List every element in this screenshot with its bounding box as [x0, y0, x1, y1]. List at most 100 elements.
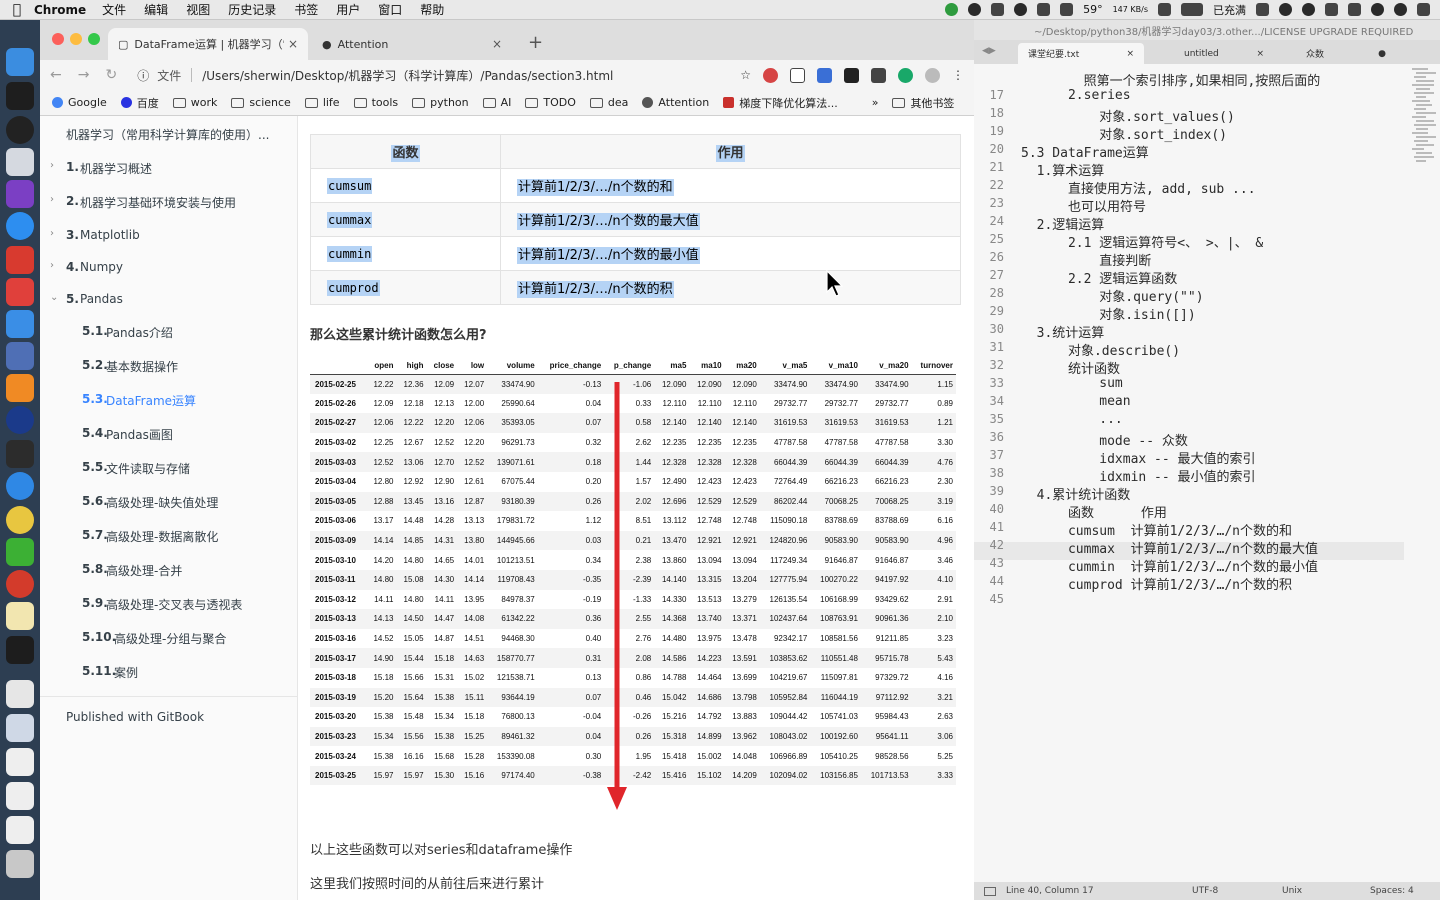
- grid-icon[interactable]: [1060, 3, 1074, 16]
- tab-dataframe[interactable]: ▢ DataFrame运算 | 机器学习（常 ×: [108, 28, 308, 60]
- star-icon[interactable]: ☆: [740, 68, 751, 82]
- menu-window[interactable]: 窗口: [378, 1, 402, 18]
- bookmark-ext-icon[interactable]: [790, 67, 805, 83]
- app-icon-g[interactable]: [6, 278, 34, 306]
- onenote-icon[interactable]: [6, 180, 34, 208]
- maps-icon[interactable]: [6, 212, 34, 240]
- finder-icon[interactable]: [6, 48, 34, 76]
- bookmark-baidu[interactable]: 百度: [120, 95, 159, 111]
- obs-dock-icon[interactable]: [6, 116, 34, 144]
- bookmark-tools[interactable]: tools: [353, 96, 398, 109]
- back-icon[interactable]: ←: [50, 67, 62, 83]
- terminal-icon[interactable]: [6, 82, 34, 110]
- menu-bookmarks[interactable]: 书签: [294, 1, 318, 18]
- chevron-right-icon[interactable]: ›: [50, 160, 54, 171]
- phone-icon[interactable]: [1158, 3, 1171, 16]
- window-app-icon[interactable]: [6, 342, 34, 370]
- activity-icon[interactable]: [6, 440, 34, 468]
- file-icon[interactable]: [6, 680, 34, 708]
- extension-icon-3[interactable]: [844, 67, 859, 83]
- bookmark-work[interactable]: work: [172, 96, 217, 109]
- sublime-tab-mode[interactable]: 众数 ●: [1296, 43, 1396, 64]
- bookmarks-overflow[interactable]: »: [872, 96, 879, 109]
- zoom-window-icon[interactable]: [88, 33, 100, 45]
- extension-icon-2[interactable]: [817, 67, 832, 83]
- minimize-window-icon[interactable]: [70, 33, 82, 45]
- player-icon[interactable]: [6, 406, 34, 434]
- record-icon[interactable]: [1014, 3, 1028, 16]
- menu-edit[interactable]: 编辑: [144, 1, 168, 18]
- netease-icon[interactable]: [6, 570, 34, 598]
- menu-view[interactable]: 视图: [186, 1, 210, 18]
- display-icon[interactable]: [1181, 3, 1203, 16]
- menu-file[interactable]: 文件: [102, 1, 126, 18]
- pencil-icon[interactable]: [6, 310, 34, 338]
- minimap[interactable]: [1408, 64, 1440, 184]
- code-editor[interactable]: 照第一个索引排序,如果相同,按照后面的 17 2.series 18 对象.sort…: [974, 64, 1440, 882]
- close-tab-icon[interactable]: ×: [1126, 49, 1134, 59]
- chevron-right-icon[interactable]: ›: [50, 228, 54, 239]
- forward-icon[interactable]: →: [78, 67, 90, 83]
- weather-temp[interactable]: 59°: [1083, 3, 1103, 16]
- siri-icon[interactable]: [1394, 3, 1407, 16]
- bookmark-other[interactable]: 其他书签: [892, 95, 954, 111]
- bookmark-dea[interactable]: dea: [589, 96, 628, 109]
- doc2-icon[interactable]: [6, 782, 34, 810]
- trash-icon[interactable]: [6, 850, 34, 878]
- screenshot-icon[interactable]: [6, 714, 34, 742]
- close-tab-icon[interactable]: ×: [288, 37, 298, 51]
- sublime-tab-notes[interactable]: 课堂纪要.txt ×: [1018, 43, 1144, 64]
- menu-history[interactable]: 历史记录: [228, 1, 276, 18]
- sublime-icon[interactable]: [6, 374, 34, 402]
- keyboard-icon[interactable]: [1348, 3, 1361, 16]
- url-text[interactable]: /Users/sherwin/Desktop/机器学习（科学计算库）/Panda…: [202, 67, 613, 84]
- gitbook-link[interactable]: Published with GitBook: [66, 710, 324, 724]
- cloud-icon[interactable]: [991, 3, 1005, 16]
- bookmark-google[interactable]: Google: [52, 96, 107, 109]
- notes-icon[interactable]: [6, 602, 34, 630]
- nav-arrows-icon[interactable]: ◀▶: [982, 46, 996, 56]
- menu-app-name[interactable]: Chrome: [34, 3, 86, 17]
- apple-icon[interactable]: : [0, 2, 34, 18]
- safari-icon[interactable]: [6, 472, 34, 500]
- menu-help[interactable]: 帮助: [420, 1, 444, 18]
- doc-icon[interactable]: [6, 748, 34, 776]
- input-icon[interactable]: [1256, 3, 1269, 16]
- line-ending-status[interactable]: Unix: [1282, 886, 1302, 896]
- chevron-down-icon[interactable]: ⌄: [50, 292, 58, 303]
- address-bar[interactable]: ⓘ 文件 /Users/sherwin/Desktop/机器学习（科学计算库）/…: [137, 67, 732, 84]
- volume-icon[interactable]: [1325, 3, 1338, 16]
- menu-user[interactable]: 用户: [336, 1, 360, 18]
- extension-icon-1[interactable]: [763, 67, 778, 83]
- battery-status[interactable]: 已充满: [1213, 2, 1246, 18]
- tab-attention[interactable]: ● Attention ×: [312, 28, 512, 60]
- grammarly-icon[interactable]: [898, 67, 913, 83]
- obs-icon[interactable]: [968, 3, 982, 16]
- bookmark-life[interactable]: life: [304, 96, 340, 109]
- bookmark-gradient[interactable]: 梯度下降优化算法...: [723, 95, 838, 111]
- encoding-status[interactable]: UTF-8: [1192, 886, 1218, 896]
- menu-icon[interactable]: ⋮: [952, 68, 964, 82]
- chevron-right-icon[interactable]: ›: [50, 194, 54, 205]
- bookmark-todo[interactable]: TODO: [525, 96, 576, 109]
- chevron-right-icon[interactable]: ›: [50, 260, 54, 271]
- bookmark-ai[interactable]: AI: [482, 96, 511, 109]
- info-icon[interactable]: ⓘ: [137, 67, 149, 84]
- doc3-icon[interactable]: [6, 816, 34, 844]
- extension-icon-4[interactable]: [871, 67, 886, 83]
- book-title[interactable]: 机器学习（常用科学计算库的使用）...: [66, 126, 324, 143]
- profile-icon[interactable]: [925, 67, 940, 83]
- app-icon-red[interactable]: [6, 246, 34, 274]
- close-window-icon[interactable]: [52, 33, 64, 45]
- new-tab-button[interactable]: +: [528, 32, 543, 53]
- wifi-icon[interactable]: [1302, 3, 1315, 16]
- window-icon[interactable]: [1037, 3, 1051, 16]
- wechat-icon[interactable]: [6, 538, 34, 566]
- chrome-icon[interactable]: [6, 506, 34, 534]
- panel-toggle-icon[interactable]: [984, 886, 996, 896]
- preview-icon[interactable]: [6, 148, 34, 176]
- sublime-tab-untitled[interactable]: untitled ×: [1174, 43, 1274, 64]
- indentation-status[interactable]: Spaces: 4: [1370, 886, 1414, 896]
- bookmark-python[interactable]: python: [412, 96, 469, 109]
- close-tab-icon[interactable]: ×: [492, 37, 502, 51]
